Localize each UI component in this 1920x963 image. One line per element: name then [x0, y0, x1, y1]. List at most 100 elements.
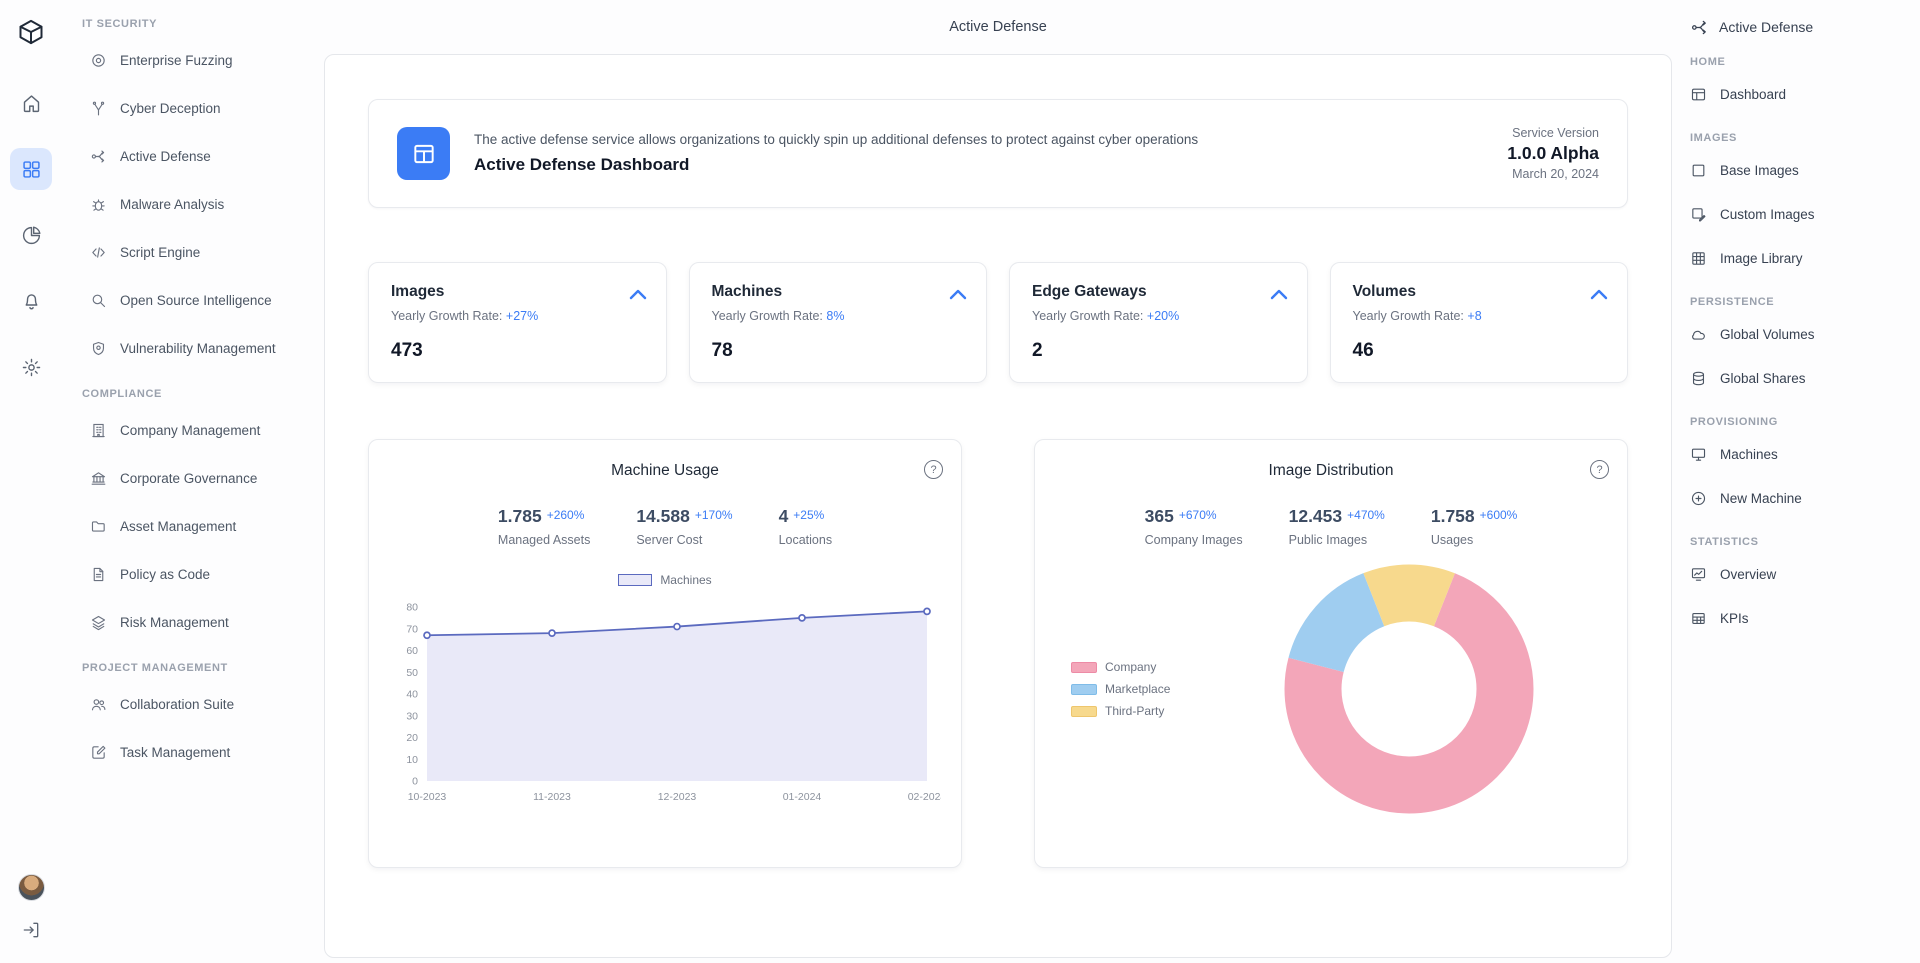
sidebar-item-malware-analysis[interactable]: Malware Analysis: [82, 180, 314, 228]
mini-stat-label: Locations: [779, 533, 833, 547]
right-item-label: Custom Images: [1720, 207, 1815, 222]
legend-item-company: Company: [1071, 660, 1211, 674]
stat-growth: Yearly Growth Rate: +20%: [1032, 309, 1285, 323]
sidebar-item-label: Open Source Intelligence: [120, 293, 272, 308]
sidebar-item-risk-management[interactable]: Risk Management: [82, 598, 314, 646]
user-avatar[interactable]: [18, 874, 45, 901]
stat-value: 78: [712, 340, 965, 362]
stats-row: Images Yearly Growth Rate: +27% 473 Mach…: [368, 262, 1628, 383]
mini-stat-value: 12.453: [1289, 506, 1343, 526]
mini-stat-value: 1.758: [1431, 506, 1475, 526]
help-icon[interactable]: ?: [924, 460, 943, 479]
stat-value: 46: [1353, 340, 1606, 362]
mini-stat-server-cost: 14.588+170% Server Cost: [636, 506, 732, 547]
sidebar-item-enterprise-fuzzing[interactable]: Enterprise Fuzzing: [82, 36, 314, 84]
sidebar-item-label: Script Engine: [120, 245, 200, 260]
svg-text:60: 60: [406, 645, 418, 657]
right-item-label: Global Volumes: [1720, 327, 1815, 342]
monitor-icon: [1690, 446, 1707, 463]
sidebar-item-asset-management[interactable]: Asset Management: [82, 502, 314, 550]
chevron-up-icon[interactable]: [628, 287, 648, 304]
grid-dashboard-icon[interactable]: [10, 148, 52, 190]
bell-icon[interactable]: [10, 280, 52, 322]
plus-circle-icon: [1690, 490, 1707, 507]
svg-text:30: 30: [406, 710, 418, 722]
mini-stat-public-images: 12.453+470% Public Images: [1289, 506, 1385, 547]
right-item-label: Base Images: [1720, 163, 1799, 178]
right-item-new-machine[interactable]: New Machine: [1690, 476, 1910, 520]
sidebar-item-label: Cyber Deception: [120, 101, 221, 116]
chart-title: Machine Usage: [389, 462, 941, 480]
chevron-up-icon[interactable]: [1589, 287, 1609, 304]
hero-card: The active defense service allows organi…: [368, 99, 1628, 208]
right-item-global-volumes[interactable]: Global Volumes: [1690, 312, 1910, 356]
right-item-label: Dashboard: [1720, 87, 1786, 102]
charts-row: Machine Usage ? 1.785+260% Managed Asset…: [368, 439, 1628, 868]
sidebar-item-label: Active Defense: [120, 149, 211, 164]
left-sidebar: IT SECURITY Enterprise Fuzzing Cyber Dec…: [62, 0, 324, 963]
right-panel: Active Defense HOME Dashboard IMAGES Bas…: [1672, 0, 1920, 963]
sidebar-item-policy-as-code[interactable]: Policy as Code: [82, 550, 314, 598]
hero-title: Active Defense Dashboard: [474, 155, 1507, 175]
app-logo[interactable]: [13, 14, 49, 50]
sidebar-item-active-defense[interactable]: Active Defense: [82, 132, 314, 180]
sidebar-item-cyber-deception[interactable]: Cyber Deception: [82, 84, 314, 132]
right-item-machines[interactable]: Machines: [1690, 432, 1910, 476]
building-icon: [90, 422, 107, 439]
content-panel: The active defense service allows organi…: [324, 54, 1672, 958]
right-item-image-library[interactable]: Image Library: [1690, 236, 1910, 280]
pie-chart-icon[interactable]: [10, 214, 52, 256]
sidebar-item-open-source-intelligence[interactable]: Open Source Intelligence: [82, 276, 314, 324]
legend-label: Third-Party: [1105, 704, 1164, 718]
sidebar-item-task-management[interactable]: Task Management: [82, 728, 314, 776]
search-icon: [90, 292, 107, 309]
svg-text:40: 40: [406, 689, 418, 701]
donut-area: Company Marketplace Third-Party: [1055, 561, 1607, 817]
hero-text: The active defense service allows organi…: [474, 132, 1507, 175]
gear-icon[interactable]: [10, 346, 52, 388]
chevron-up-icon[interactable]: [1269, 287, 1289, 304]
right-section-home: HOME: [1690, 56, 1910, 68]
sidebar-section-project-management: PROJECT MANAGEMENT: [82, 662, 314, 674]
svg-text:02-2024: 02-2024: [908, 791, 941, 803]
svg-text:10-2023: 10-2023: [408, 791, 447, 803]
right-item-label: Global Shares: [1720, 371, 1806, 386]
growth-label: Yearly Growth Rate:: [391, 309, 502, 323]
users-icon: [90, 696, 107, 713]
sidebar-item-script-engine[interactable]: Script Engine: [82, 228, 314, 276]
stat-growth: Yearly Growth Rate: +8: [1353, 309, 1606, 323]
mini-stat-managed-assets: 1.785+260% Managed Assets: [498, 506, 590, 547]
logout-icon[interactable]: [10, 909, 52, 951]
chevron-up-icon[interactable]: [948, 287, 968, 304]
fork-arrows-icon: [1690, 18, 1709, 37]
right-item-base-images[interactable]: Base Images: [1690, 148, 1910, 192]
help-icon[interactable]: ?: [1590, 460, 1609, 479]
code-icon: [90, 244, 107, 261]
sidebar-item-company-management[interactable]: Company Management: [82, 406, 314, 454]
right-item-overview[interactable]: Overview: [1690, 552, 1910, 596]
mini-stat-label: Managed Assets: [498, 533, 590, 547]
home-icon[interactable]: [10, 82, 52, 124]
right-panel-title: Active Defense: [1719, 19, 1813, 35]
right-item-kpis[interactable]: KPIs: [1690, 596, 1910, 640]
sidebar-item-corporate-governance[interactable]: Corporate Governance: [82, 454, 314, 502]
stat-title: Volumes: [1353, 283, 1606, 301]
sidebar-item-collaboration-suite[interactable]: Collaboration Suite: [82, 680, 314, 728]
sidebar-item-vulnerability-management[interactable]: Vulnerability Management: [82, 324, 314, 372]
legend-item-marketplace: Marketplace: [1071, 682, 1211, 696]
machine-usage-stats: 1.785+260% Managed Assets 14.588+170% Se…: [389, 506, 941, 547]
svg-text:12-2023: 12-2023: [658, 791, 697, 803]
stat-growth: Yearly Growth Rate: +27%: [391, 309, 644, 323]
sidebar-section-it-security: IT SECURITY: [82, 18, 314, 30]
right-item-dashboard[interactable]: Dashboard: [1690, 72, 1910, 116]
right-item-global-shares[interactable]: Global Shares: [1690, 356, 1910, 400]
sidebar-item-label: Corporate Governance: [120, 471, 257, 486]
main-area: Active Defense The active defense servic…: [324, 0, 1672, 963]
cloud-icon: [1690, 326, 1707, 343]
sidebar-item-label: Malware Analysis: [120, 197, 224, 212]
third-party-swatch: [1071, 706, 1097, 717]
right-item-custom-images[interactable]: Custom Images: [1690, 192, 1910, 236]
database-icon: [1690, 370, 1707, 387]
mini-stat-usages: 1.758+600% Usages: [1431, 506, 1518, 547]
sidebar-item-label: Company Management: [120, 423, 260, 438]
